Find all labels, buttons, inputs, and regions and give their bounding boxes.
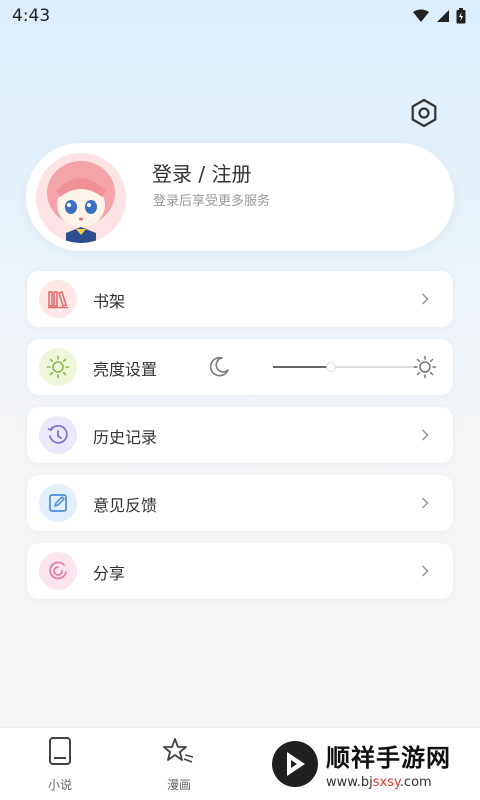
- menu-label-history: 历史记录: [93, 428, 158, 447]
- share-icon: [49, 561, 67, 580]
- status-icons: [412, 8, 466, 24]
- menu-item-brightness: 亮度设置: [27, 339, 453, 395]
- chevron-right-icon: [417, 495, 433, 511]
- menu-label-feedback: 意见反馈: [93, 496, 158, 515]
- brightness-slider-fill: [273, 366, 331, 368]
- menu-label-brightness: 亮度设置: [93, 360, 158, 379]
- brightness-slider[interactable]: [273, 362, 417, 372]
- wifi-icon: [413, 9, 429, 22]
- brightness-slider-thumb[interactable]: [325, 362, 336, 372]
- signal-icon: [437, 10, 449, 22]
- watermark-url-prefix: www.bj: [326, 775, 373, 790]
- battery-icon: [456, 8, 466, 24]
- chevron-right-icon: [417, 563, 433, 579]
- watermark-url: www.bjsxsy.com: [326, 775, 451, 790]
- comic-star-icon: [162, 734, 196, 768]
- settings-button[interactable]: [406, 95, 442, 131]
- status-bar: 4:43: [0, 0, 480, 32]
- status-time: 4:43: [12, 6, 51, 26]
- share-icon-wrap: [39, 552, 77, 590]
- watermark-url-suffix: .com: [399, 775, 432, 790]
- bookshelf-icon-wrap: [39, 280, 77, 318]
- bookshelf-icon: [48, 290, 68, 309]
- chevron-right-icon: [417, 427, 433, 443]
- tab-novel[interactable]: 小说: [30, 734, 90, 794]
- sun-icon: [46, 355, 70, 379]
- menu-item-bookshelf[interactable]: 书架: [27, 271, 453, 327]
- tab-comic-label: 漫画: [166, 778, 191, 792]
- sun-icon-wrap: [39, 348, 77, 386]
- login-hint-text: 登录后享受更多服务: [153, 194, 271, 209]
- chevron-right-icon: [417, 291, 433, 307]
- watermark-url-highlight: sxsy: [372, 775, 400, 790]
- feedback-icon-wrap: [39, 484, 77, 522]
- menu-label-bookshelf: 书架: [93, 292, 126, 311]
- menu-item-share[interactable]: 分享: [27, 543, 453, 599]
- login-register-label[interactable]: 登录 / 注册: [152, 158, 251, 187]
- moon-icon: [209, 356, 229, 377]
- brightness-slider-group: [203, 351, 439, 383]
- book-icon: [43, 734, 77, 768]
- menu-item-feedback[interactable]: 意见反馈: [27, 475, 453, 531]
- menu-item-history[interactable]: 历史记录: [27, 407, 453, 463]
- gear-icon: [411, 98, 437, 128]
- history-icon: [47, 424, 68, 444]
- menu-label-share: 分享: [93, 564, 126, 583]
- history-icon-wrap: [39, 416, 77, 454]
- watermark-title: 顺祥手游网: [326, 744, 451, 772]
- sun-bright-icon: [413, 355, 437, 379]
- tab-novel-label: 小说: [47, 778, 72, 792]
- feedback-icon: [49, 494, 67, 512]
- watermark: 顺祥手游网 www.bjsxsy.com: [272, 728, 480, 800]
- avatar: [36, 153, 126, 243]
- watermark-logo-icon: [272, 741, 318, 787]
- tab-comic[interactable]: 漫画: [149, 734, 209, 794]
